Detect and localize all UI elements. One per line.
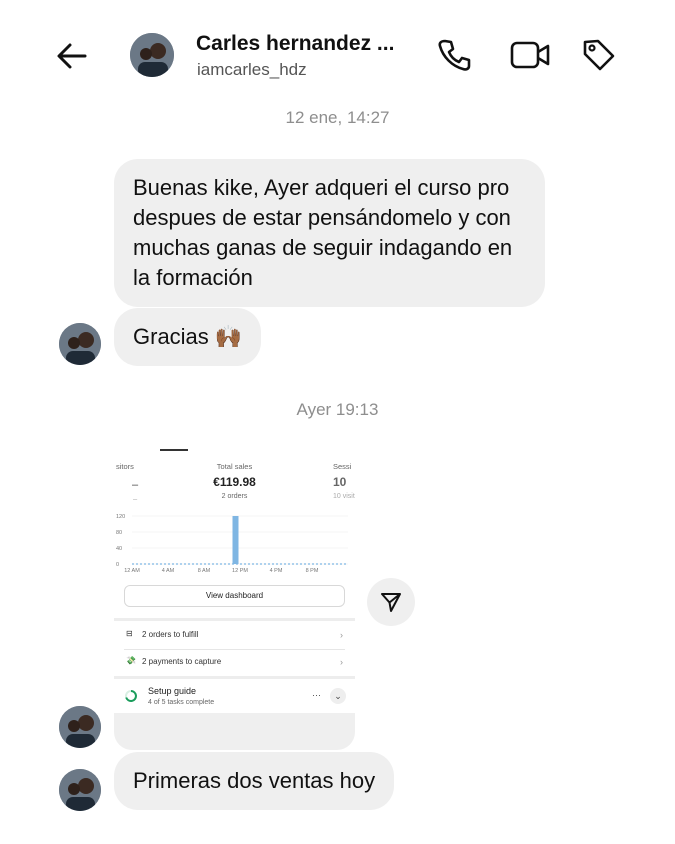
chart-y-tick-label: 80 [116,530,122,536]
kpi-total-sales-value: €119.98 [213,475,256,489]
call-button[interactable] [434,35,474,75]
share-button[interactable] [367,578,415,626]
tag-icon [583,39,615,71]
chart-x-tick-label: 4 AM [162,568,175,574]
shared-image-message[interactable]: sitors – – Total sales €119.98 2 orders … [114,438,355,713]
contact-avatar[interactable] [130,33,174,77]
payments-to-capture-row[interactable]: 💸 2 payments to capture › [124,653,345,675]
payments-to-capture-label: 2 payments to capture [142,657,222,666]
message-bubble[interactable]: Primeras dos ventas hoy [114,752,395,810]
message-bubble[interactable]: Buenas kike, Ayer adqueri el curso pro d… [114,159,545,307]
section-divider [114,618,355,621]
message-timestamp: 12 ene, 14:27 [285,108,390,127]
kpi-total-sales-label: Total sales [216,462,253,471]
row-divider [124,649,345,650]
view-dashboard-button[interactable]: View dashboard [124,585,345,607]
chevron-right-icon: › [340,657,343,667]
contact-handle: iamcarles_hdz [197,60,307,79]
message-timestamp: Ayer 19:13 [296,400,379,419]
chart-x-tick-label: 12 PM [232,568,248,574]
chevron-right-icon: › [340,630,343,640]
setup-guide-title: Setup guide [148,686,197,696]
paper-plane-icon [381,593,401,612]
setup-guide-progress: 4 of 5 tasks complete [148,699,215,706]
sender-avatar [59,706,101,748]
contact-name[interactable]: Carles hernandez ... [196,32,394,56]
back-button[interactable] [52,36,92,76]
section-divider [114,676,355,679]
phone-icon [438,39,471,71]
expand-button[interactable]: ⌄ [330,688,346,704]
sender-avatar [59,323,101,365]
sender-avatar [59,769,101,811]
kpi-right-value: 10 [333,475,347,489]
video-camera-icon [510,41,550,69]
kpi-right-label: Sessi [333,462,352,471]
progress-ring-icon [125,690,137,702]
kpi-total-sales-sub: 2 orders [221,493,248,500]
chart-x-tick-label: 4 PM [270,568,283,574]
chart-y-tick-label: 40 [116,546,122,552]
chart-x-tick-label: 8 AM [198,568,211,574]
message-bubble[interactable]: Gracias 🙌🏾 [114,308,262,366]
chevron-down-icon: ⌄ [334,691,342,701]
sales-chart: 0 40 80 120 12 AM 4 AM 8 AM 12 PM 4 PM 8 PM [116,514,348,574]
chart-y-tick-label: 0 [116,562,119,568]
tab-indicator [160,449,188,451]
chart-bar [232,516,239,564]
orders-to-fulfill-row[interactable]: ⊟ 2 orders to fulfill › [124,626,345,648]
arrow-left-icon [57,43,87,69]
video-call-button[interactable] [508,35,554,75]
more-options-button[interactable]: ··· [312,690,321,700]
orders-to-fulfill-label: 2 orders to fulfill [142,630,199,639]
package-icon: ⊟ [126,629,133,638]
money-icon: 💸 [126,656,136,665]
chart-y-tick-label: 120 [116,514,125,520]
chart-x-tick-label: 8 PM [306,568,319,574]
tag-button[interactable] [578,34,618,74]
chart-x-tick-label: 12 AM [124,568,140,574]
kpi-right-sub: 10 visit [333,493,355,500]
